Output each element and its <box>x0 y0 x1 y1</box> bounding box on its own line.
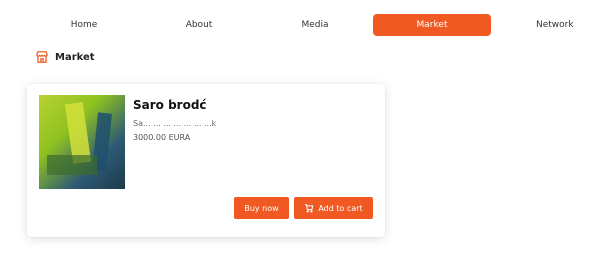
buy-now-label: Buy now <box>244 203 279 213</box>
product-name: Saro brodć <box>133 98 207 112</box>
cart-icon <box>304 203 314 213</box>
storefront-icon <box>35 50 49 64</box>
add-to-cart-button[interactable]: Add to cart <box>294 197 373 219</box>
product-card: Saro brodć Sa... ... ... ... ... ... ...… <box>27 84 385 237</box>
section-header: Market <box>35 48 95 66</box>
buy-now-button[interactable]: Buy now <box>234 197 289 219</box>
top-navigation: Home About Media Market Network <box>0 0 595 44</box>
nav-item-market[interactable]: Market <box>373 14 491 36</box>
nav-item-media[interactable]: Media <box>256 14 374 36</box>
nav-item-network[interactable]: Network <box>500 14 595 36</box>
add-to-cart-label: Add to cart <box>318 203 363 213</box>
section-title: Market <box>55 51 95 63</box>
nav-item-about[interactable]: About <box>140 14 258 36</box>
product-image[interactable] <box>39 95 125 189</box>
nav-item-home[interactable]: Home <box>25 14 143 36</box>
product-description: Sa... ... ... ... ... ... ...k <box>133 119 217 128</box>
product-price: 3000.00 EURA <box>133 133 191 142</box>
